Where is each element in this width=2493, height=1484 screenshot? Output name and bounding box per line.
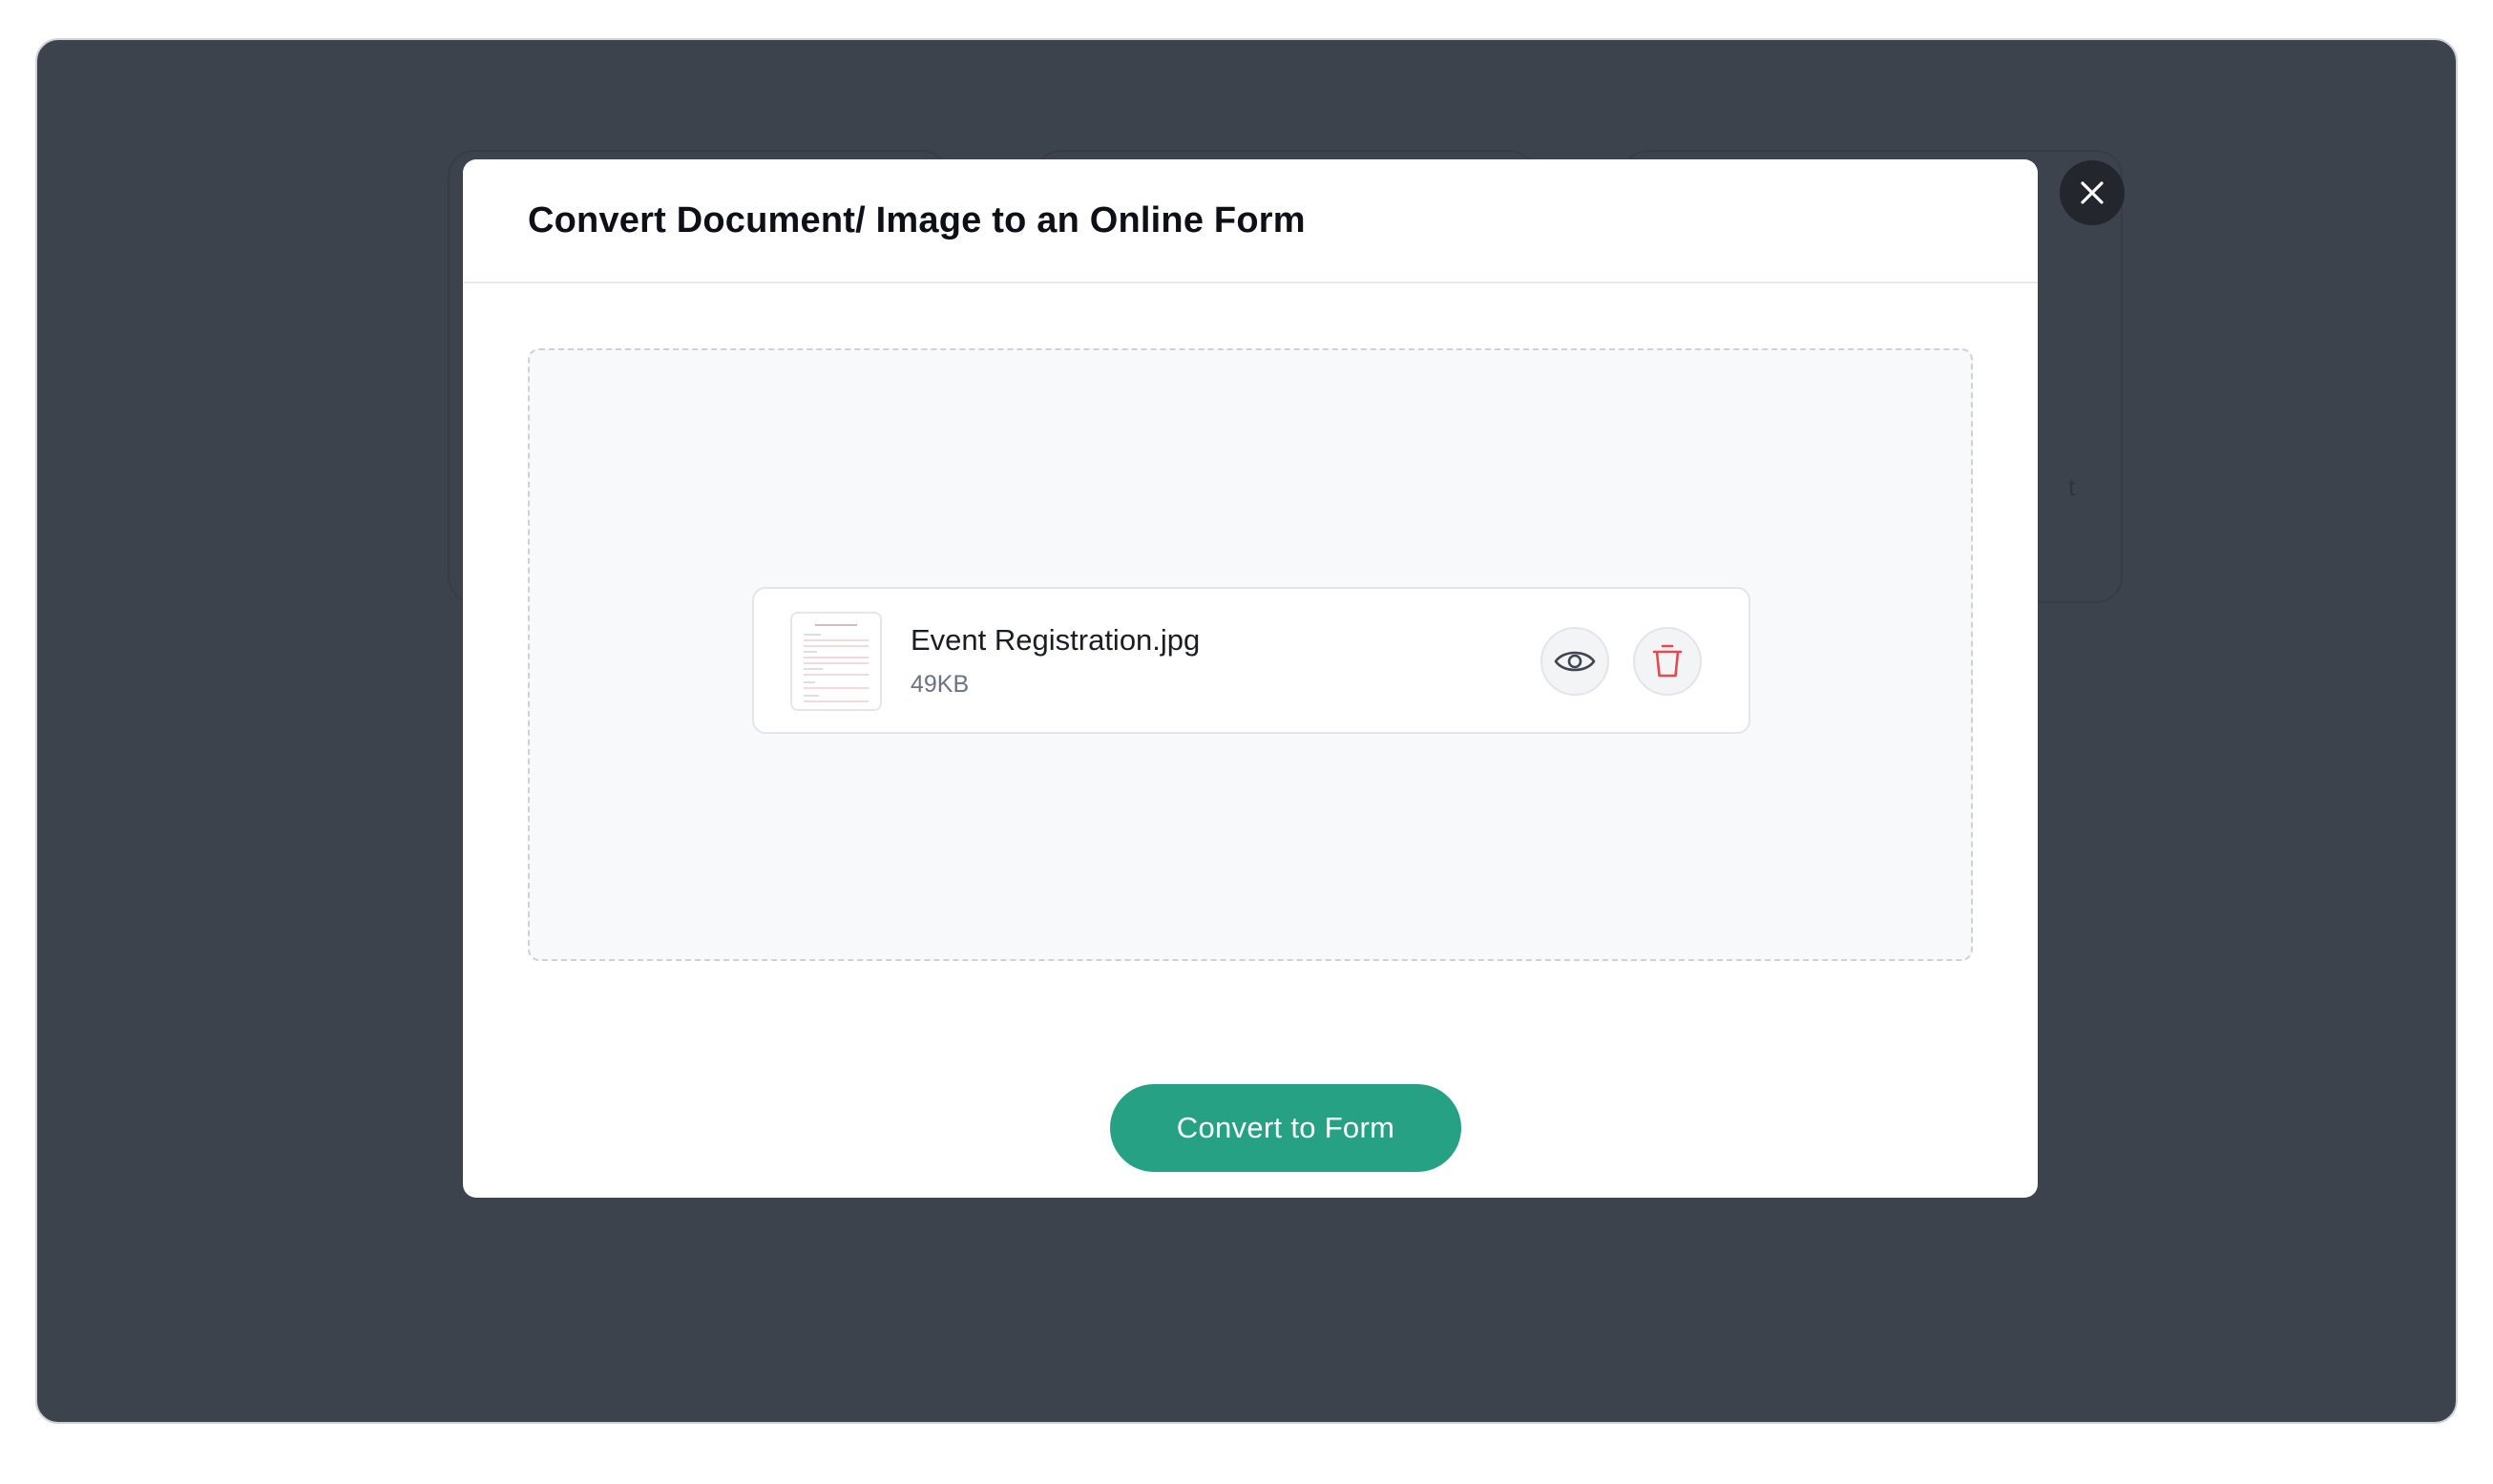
file-name: Event Registration.jpg (911, 623, 1201, 657)
eye-icon (1554, 651, 1596, 672)
background-text-fragment: t (2068, 472, 2076, 501)
modal-header: Convert Document/ Image to an Online For… (463, 159, 2038, 283)
close-icon (2081, 181, 2104, 204)
file-thumbnail (790, 612, 882, 711)
convert-to-form-button[interactable]: Convert to Form (1110, 1084, 1461, 1172)
file-size: 49KB (911, 671, 970, 698)
uploaded-file-card: Event Registration.jpg 49KB (752, 587, 1750, 734)
preview-file-button[interactable] (1540, 627, 1609, 696)
file-dropzone[interactable]: Event Registration.jpg 49KB (528, 348, 1973, 961)
delete-file-button[interactable] (1633, 627, 1702, 696)
convert-modal: Convert Document/ Image to an Online For… (463, 159, 2038, 1198)
close-modal-button[interactable] (2060, 160, 2125, 225)
document-thumbnail-icon (792, 614, 880, 709)
trash-icon (1652, 644, 1683, 678)
modal-title: Convert Document/ Image to an Online For… (528, 199, 1306, 240)
